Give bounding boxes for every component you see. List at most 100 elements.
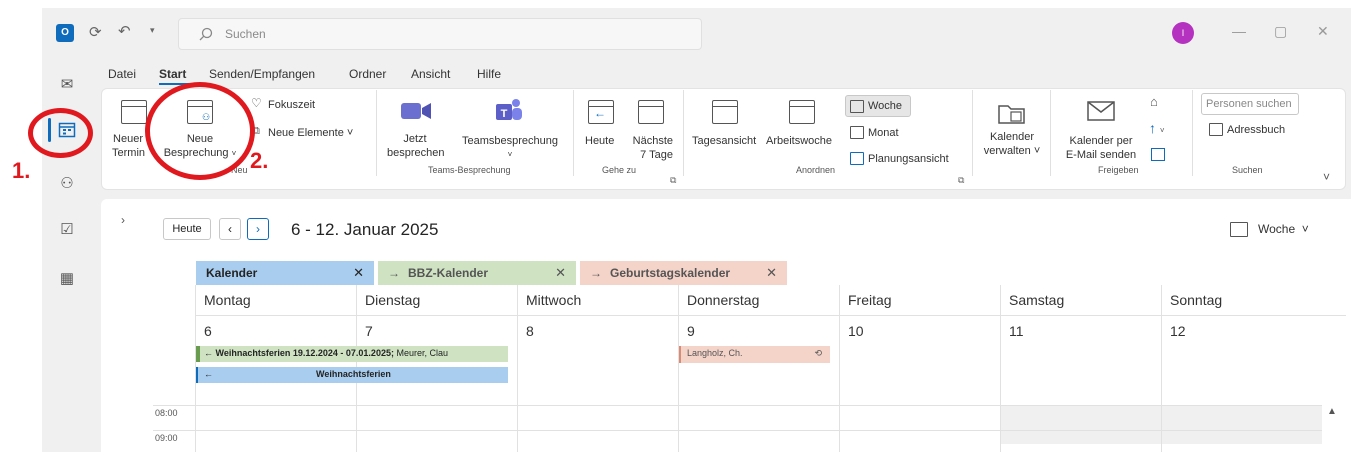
event-birthday[interactable]: Langholz, Ch. ⟲ <box>679 346 830 363</box>
calendar-tab-label: Kalender <box>206 266 258 280</box>
annotation-circle-new-meeting <box>145 82 255 180</box>
manage-calendars-button[interactable]: Kalender verwalten ˅ <box>980 130 1044 158</box>
date-cell[interactable]: 11 <box>1000 315 1161 405</box>
avatar[interactable]: I <box>1172 22 1194 44</box>
next-week-button[interactable]: › <box>247 218 269 240</box>
tab-start[interactable]: Start <box>159 67 186 81</box>
apps-icon[interactable]: ▦ <box>54 266 80 292</box>
today-nav-button[interactable]: Heute <box>163 218 211 240</box>
undo-icon[interactable]: ↶ <box>118 22 131 40</box>
date-cell[interactable]: 10 <box>839 315 1000 405</box>
people-search-input[interactable]: Personen suchen <box>1201 93 1299 115</box>
event-title: Weihnachtsferien 19.12.2024 - 07.01.2025… <box>215 348 394 358</box>
event-weihnachtsferien[interactable]: ← Weihnachtsferien <box>196 367 508 383</box>
restore-icon[interactable]: ▢ <box>1274 23 1287 40</box>
arrow-left-icon: ← <box>594 106 606 120</box>
teams-meeting-button[interactable]: Teamsbesprechung ˅ <box>455 134 565 162</box>
teams-icon: T <box>496 99 522 120</box>
schedule-view-button[interactable]: Planungsansicht <box>868 152 949 166</box>
publish-arrow-icon[interactable]: ↑ ˅ <box>1149 120 1165 136</box>
bulb-icon: ♡ <box>251 96 262 110</box>
grid-line <box>517 405 518 452</box>
grid-line <box>1161 405 1162 452</box>
expand-pane-icon[interactable]: › <box>121 213 125 227</box>
people-icon[interactable]: ⚇ <box>54 171 80 197</box>
ribbon-separator <box>1192 90 1193 176</box>
sync-icon[interactable]: ⟳ <box>89 23 102 41</box>
email-calendar-button[interactable]: Kalender per E-Mail senden <box>1062 134 1140 162</box>
ribbon-separator <box>1050 90 1051 176</box>
day-view-button[interactable]: Tagesansicht <box>692 134 756 148</box>
tab-hilfe[interactable]: Hilfe <box>477 67 501 81</box>
week-view-button[interactable]: Woche <box>845 95 911 117</box>
calendar-search-icon[interactable] <box>1151 148 1165 161</box>
focus-time-button[interactable]: Fokuszeit <box>268 98 315 112</box>
day-view-icon <box>712 100 738 124</box>
share-icon[interactable]: ⌂ <box>1150 94 1158 109</box>
day-header-saturday[interactable]: Samstag <box>1000 285 1161 315</box>
view-calendar-icon <box>1230 222 1248 237</box>
close-icon[interactable]: ✕ <box>353 265 364 281</box>
date-cell[interactable]: 12 <box>1161 315 1346 405</box>
view-selector[interactable]: Woche ˅ <box>1258 222 1309 236</box>
dialog-launcher-icon[interactable]: ⧉ <box>670 175 676 186</box>
event-organizer: Meurer, Clau <box>396 348 448 358</box>
new-appointment-label: Neuer Termin <box>112 133 146 159</box>
tab-datei[interactable]: Datei <box>108 67 136 81</box>
work-week-button[interactable]: Arbeitswoche <box>766 134 832 148</box>
tab-ordner[interactable]: Ordner <box>349 67 386 81</box>
calendar-tab-geburtstag[interactable]: → Geburtstagskalender ✕ <box>580 261 787 285</box>
search-box[interactable]: Suchen <box>178 18 702 50</box>
meet-now-label-1: Jetzt <box>403 133 427 145</box>
grid-line <box>1000 405 1001 452</box>
close-icon[interactable]: ✕ <box>766 265 777 281</box>
next-7-days-button[interactable]: Nächste 7 Tage <box>627 134 673 162</box>
tab-senden-empfangen[interactable]: Senden/Empfangen <box>209 67 315 81</box>
day-header-wednesday[interactable]: Mittwoch <box>517 285 678 315</box>
tasks-icon[interactable]: ☑ <box>54 217 80 243</box>
month-button[interactable]: Monat <box>868 126 899 140</box>
day-header-monday[interactable]: Montag <box>195 285 356 315</box>
day-header-friday[interactable]: Freitag <box>839 285 1000 315</box>
quick-access-dropdown-icon[interactable]: ▾ <box>150 25 155 36</box>
arrow-left-icon: ← <box>204 348 213 358</box>
ribbon-collapse-icon[interactable]: ˅ <box>1323 170 1330 184</box>
manage-cal-label-1: Kalender <box>989 131 1035 143</box>
manage-cal-label-2: verwalten ˅ <box>983 145 1041 157</box>
ribbon-separator <box>573 90 574 176</box>
today-button[interactable]: Heute <box>585 134 614 148</box>
email-cal-label-1: Kalender per <box>1069 135 1133 147</box>
event-weihnachtsferien-bbz[interactable]: ← Weihnachtsferien 19.12.2024 - 07.01.20… <box>196 346 508 362</box>
minimize-icon[interactable]: — <box>1232 23 1246 39</box>
hour-row[interactable] <box>153 430 1322 455</box>
search-icon <box>199 27 213 41</box>
work-week-icon <box>789 100 815 124</box>
meet-now-button[interactable]: Jetzt besprechen <box>387 132 445 160</box>
tab-ansicht[interactable]: Ansicht <box>411 67 450 81</box>
schedule-view-icon <box>850 152 864 165</box>
hour-row[interactable] <box>153 405 1322 430</box>
annotation-circle-calendar <box>28 108 93 158</box>
close-icon[interactable]: ✕ <box>1317 23 1329 40</box>
search-placeholder: Suchen <box>225 27 266 41</box>
mail-icon[interactable]: ✉ <box>54 72 80 98</box>
new-items-button[interactable]: Neue Elemente ˅ <box>268 126 353 140</box>
dialog-launcher-icon[interactable]: ⧉ <box>958 175 964 186</box>
calendar-tab-bbz[interactable]: → BBZ-Kalender ✕ <box>378 261 576 285</box>
group-arrange-label: Anordnen <box>796 165 836 175</box>
address-book-icon <box>1209 123 1223 136</box>
close-icon[interactable]: ✕ <box>555 265 566 281</box>
date-cell[interactable]: 8 <box>517 315 678 405</box>
event-title: Weihnachtsferien <box>316 369 391 379</box>
hour-label: 08:00 <box>155 408 178 418</box>
grid-line <box>195 405 196 452</box>
day-header-sunday[interactable]: Sonntag <box>1161 285 1322 315</box>
day-header-thursday[interactable]: Donnerstag <box>678 285 839 315</box>
grid-line <box>678 405 679 452</box>
prev-week-button[interactable]: ‹ <box>219 218 241 240</box>
scroll-up-icon[interactable]: ▲ <box>1327 406 1337 417</box>
day-header-tuesday[interactable]: Dienstag <box>356 285 517 315</box>
calendar-tab-kalender[interactable]: Kalender ✕ <box>196 261 374 285</box>
address-book-button[interactable]: Adressbuch <box>1227 123 1285 137</box>
next7-label-2: 7 Tage <box>640 149 673 161</box>
